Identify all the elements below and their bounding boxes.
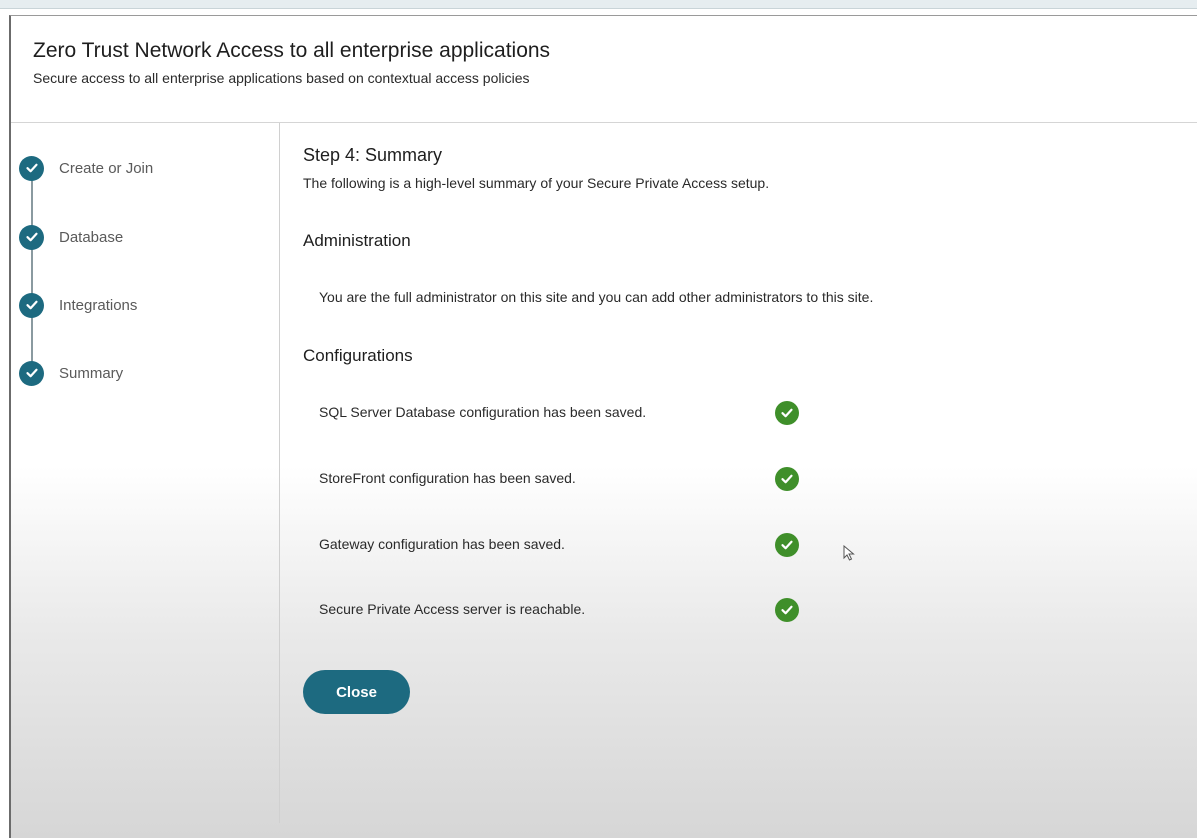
step-label: Summary bbox=[59, 364, 124, 382]
top-strip bbox=[0, 0, 1197, 9]
step-integrations[interactable]: Integrations bbox=[19, 292, 137, 318]
dialog-title: Zero Trust Network Access to all enterpr… bbox=[33, 39, 551, 62]
dialog-subtitle: Secure access to all enterprise applicat… bbox=[33, 70, 530, 86]
step-description: The following is a high-level summary of… bbox=[303, 175, 770, 191]
step-check-icon bbox=[19, 224, 44, 250]
check-circle-icon bbox=[775, 467, 799, 491]
step-check-icon bbox=[19, 155, 44, 181]
config-item: StoreFront configuration has been saved. bbox=[319, 467, 799, 491]
administration-heading: Administration bbox=[303, 231, 411, 250]
configurations-heading: Configurations bbox=[303, 346, 413, 365]
step-summary[interactable]: Summary bbox=[19, 360, 123, 386]
mouse-cursor-icon bbox=[843, 545, 855, 561]
close-button[interactable]: Close bbox=[303, 670, 410, 714]
config-item-text: SQL Server Database configuration has be… bbox=[319, 404, 647, 420]
config-item-text: Secure Private Access server is reachabl… bbox=[319, 601, 586, 617]
check-circle-icon bbox=[775, 533, 799, 557]
setup-dialog: Zero Trust Network Access to all enterpr… bbox=[9, 15, 1197, 838]
step-title: Step 4: Summary bbox=[303, 145, 443, 165]
step-label: Integrations bbox=[59, 296, 138, 314]
step-label: Create or Join bbox=[59, 159, 154, 177]
steps-sidebar: Create or Join Database Integrations Sum… bbox=[11, 123, 280, 823]
step-create-or-join[interactable]: Create or Join bbox=[19, 155, 153, 181]
step-connector-line bbox=[31, 167, 33, 379]
step-check-icon bbox=[19, 292, 44, 318]
step-database[interactable]: Database bbox=[19, 224, 123, 250]
check-circle-icon bbox=[775, 598, 799, 622]
config-item: SQL Server Database configuration has be… bbox=[319, 401, 799, 425]
config-item: Secure Private Access server is reachabl… bbox=[319, 598, 799, 622]
step-label: Database bbox=[59, 228, 124, 246]
dialog-header: Zero Trust Network Access to all enterpr… bbox=[11, 16, 1197, 123]
config-item-text: StoreFront configuration has been saved. bbox=[319, 470, 576, 486]
step-check-icon bbox=[19, 360, 44, 386]
config-item: Gateway configuration has been saved. bbox=[319, 533, 799, 557]
check-circle-icon bbox=[775, 401, 799, 425]
administration-text: You are the full administrator on this s… bbox=[319, 289, 874, 305]
config-item-text: Gateway configuration has been saved. bbox=[319, 536, 565, 552]
